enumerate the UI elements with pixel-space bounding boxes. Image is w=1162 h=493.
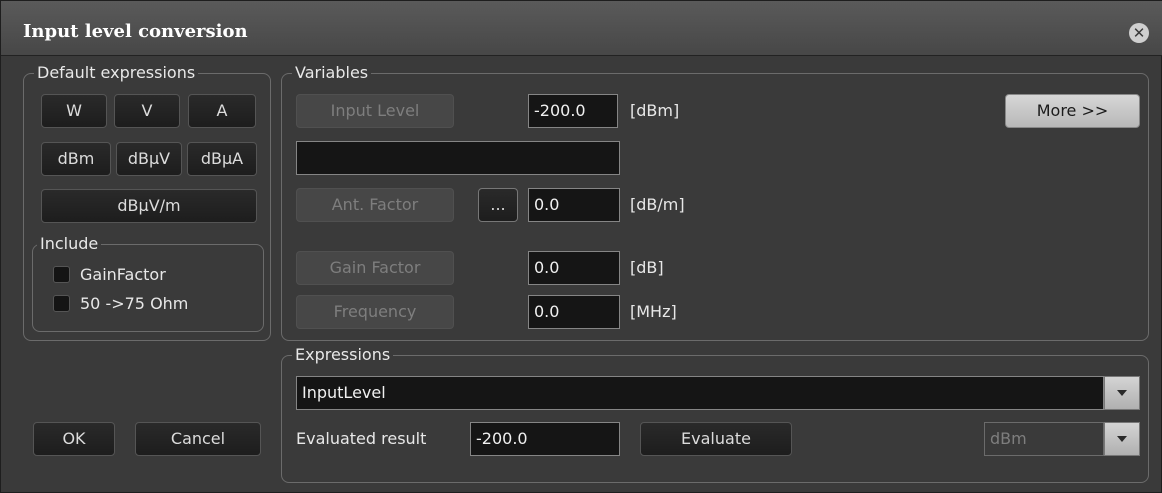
dbm-button[interactable]: dBm xyxy=(41,142,111,176)
input-level-field[interactable]: -200.0 xyxy=(528,94,618,128)
frequency-unit: [MHz] xyxy=(630,302,677,321)
gainfactor-checkbox[interactable] xyxy=(53,266,70,283)
unit-dropdown-icon[interactable] xyxy=(1104,422,1140,456)
expression-text-field[interactable] xyxy=(296,141,620,175)
w-button[interactable]: W xyxy=(41,94,107,128)
frequency-field[interactable]: 0.0 xyxy=(528,295,620,329)
default-expressions-panel: Default expressions W V A dBm dBµV dBµA … xyxy=(23,64,271,341)
close-icon[interactable]: ✕ xyxy=(1129,23,1149,43)
ant-factor-button[interactable]: Ant. Factor xyxy=(296,188,454,222)
ant-factor-browse-button[interactable]: ... xyxy=(478,188,518,222)
input-level-unit: [dBm] xyxy=(630,101,680,120)
include-legend: Include xyxy=(37,235,102,253)
expressions-panel: Expressions InputLevel Evaluated result … xyxy=(281,346,1149,483)
evaluated-result-label: Evaluated result xyxy=(296,429,427,448)
include-panel: Include GainFactor 50 ->75 Ohm xyxy=(32,235,264,332)
dialog-title: Input level conversion xyxy=(23,21,248,42)
variables-panel: Variables Input Level -200.0 [dBm] More … xyxy=(281,64,1149,341)
evaluated-result-field[interactable]: -200.0 xyxy=(470,422,620,456)
dbua-button[interactable]: dBµA xyxy=(187,142,257,176)
ok-button[interactable]: OK xyxy=(33,422,115,456)
v-button[interactable]: V xyxy=(114,94,180,128)
cancel-button[interactable]: Cancel xyxy=(135,422,261,456)
gain-factor-unit: [dB] xyxy=(630,258,664,277)
expression-dropdown-icon[interactable] xyxy=(1104,376,1140,410)
ant-factor-field[interactable]: 0.0 xyxy=(528,188,620,222)
gain-factor-field[interactable]: 0.0 xyxy=(528,251,620,285)
input-level-button[interactable]: Input Level xyxy=(296,94,454,128)
title-bar: Input level conversion ✕ xyxy=(1,1,1162,56)
more-button[interactable]: More >> xyxy=(1005,94,1140,128)
dbuv-button[interactable]: dBµV xyxy=(116,142,182,176)
gain-factor-button[interactable]: Gain Factor xyxy=(296,251,454,285)
gainfactor-label: GainFactor xyxy=(80,265,166,284)
default-expressions-legend: Default expressions xyxy=(34,64,199,82)
dbuv-per-m-button[interactable]: dBµV/m xyxy=(41,189,257,223)
impedance-50-75-label: 50 ->75 Ohm xyxy=(80,294,189,313)
variables-legend: Variables xyxy=(292,64,372,82)
evaluate-button[interactable]: Evaluate xyxy=(640,422,792,456)
input-level-conversion-dialog: Input level conversion ✕ Default express… xyxy=(0,0,1162,493)
a-button[interactable]: A xyxy=(188,94,256,128)
expressions-legend: Expressions xyxy=(292,346,394,364)
expression-select[interactable]: InputLevel xyxy=(296,376,1104,410)
unit-select[interactable]: dBm xyxy=(984,422,1104,456)
ant-factor-unit: [dB/m] xyxy=(630,195,685,214)
frequency-button[interactable]: Frequency xyxy=(296,295,454,329)
impedance-50-75-checkbox[interactable] xyxy=(53,295,70,312)
